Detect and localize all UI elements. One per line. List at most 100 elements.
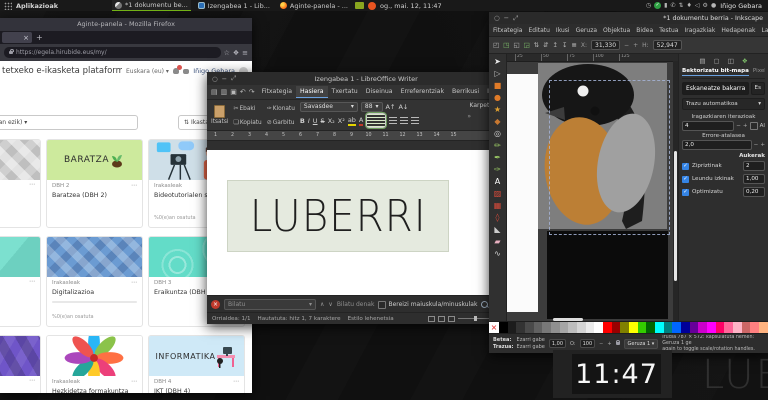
tab-pixel-art[interactable]: Pixelatua xyxy=(753,68,765,76)
strikethrough-button[interactable]: S xyxy=(321,117,325,125)
applications-grid-icon[interactable] xyxy=(4,2,12,10)
single-scan-button[interactable]: Eskaneatze bakarra xyxy=(682,82,749,95)
document-text[interactable]: LUBERRI xyxy=(250,191,427,242)
ellipse-tool[interactable]: ● xyxy=(494,92,501,103)
visibility-filter-dropdown[interactable]: k kendutakoak izan ezik) ▾ xyxy=(0,115,138,130)
increment-icon[interactable]: + xyxy=(633,42,638,49)
close-find-icon[interactable]: × xyxy=(211,300,220,309)
vertical-scrollbar[interactable] xyxy=(673,61,678,322)
save-icon[interactable]: ▣ xyxy=(230,88,237,96)
redo-icon[interactable]: ↷ xyxy=(249,88,255,96)
menu-testua[interactable]: Testua xyxy=(659,27,678,34)
multi-page-view-icon[interactable] xyxy=(438,316,445,322)
invert-checkbox[interactable] xyxy=(750,122,758,130)
underline-button[interactable]: U xyxy=(313,117,318,125)
mesh-tool[interactable]: ▦ xyxy=(494,200,502,211)
decrement-icon[interactable]: − xyxy=(624,42,629,49)
option-speckles[interactable]: ✓ Zipriztinak 2 xyxy=(682,161,765,171)
course-card[interactable]: ⋯ xyxy=(0,335,41,393)
option-value-input[interactable]: 1,00 xyxy=(743,174,765,184)
checkbox-checked-icon[interactable]: ✓ xyxy=(682,176,689,183)
ubuntu-icon[interactable] xyxy=(368,2,376,10)
taskbar-item-firefox[interactable]: Aginte-panela - ... xyxy=(277,0,351,11)
minimize-icon[interactable]: − xyxy=(504,14,509,22)
align-justify-button[interactable] xyxy=(411,117,419,124)
card-menu-icon[interactable]: ⋯ xyxy=(29,280,35,284)
notification-bell-icon[interactable] xyxy=(173,68,179,74)
grow-font-button[interactable]: A↑ xyxy=(386,103,396,111)
find-next-icon[interactable]: ∨ xyxy=(328,301,332,308)
pen-tool[interactable]: ✒ xyxy=(494,152,501,163)
layer-selector[interactable]: Geruza 1 ▾ xyxy=(624,339,659,349)
increment-icon[interactable]: + xyxy=(760,142,765,148)
tool-control-icon[interactable]: ⇅ xyxy=(534,41,539,49)
layer-lock-icon[interactable] xyxy=(616,342,620,345)
dock-icon[interactable]: ◫ xyxy=(728,57,734,65)
course-card[interactable]: BARATZA DBH 2⋯ Baratzea (DBH 2) xyxy=(46,139,143,228)
selected-text-block[interactable]: LUBERRI xyxy=(227,180,449,252)
open-icon[interactable]: ▥ xyxy=(221,88,228,96)
menu-geruza[interactable]: Geruza xyxy=(576,27,597,34)
pencil-tool[interactable]: ✏ xyxy=(494,140,501,151)
option-optimize[interactable]: ✓ Optimizatu 0,20 xyxy=(682,187,765,197)
cut-button[interactable]: ✂Ebaki xyxy=(233,105,261,112)
language-selector[interactable]: Euskara (eu) ▾ xyxy=(126,68,169,75)
clone-formatting-button[interactable]: ✑Klonatu xyxy=(267,105,295,112)
tray-icon[interactable]: ✓ xyxy=(654,2,661,9)
subscript-button[interactable]: X₂ xyxy=(328,117,335,125)
shrink-font-button[interactable]: A↓ xyxy=(398,103,408,111)
course-image[interactable]: BARATZA xyxy=(47,140,142,180)
fill-value[interactable]: Ezarri gabe xyxy=(517,337,545,343)
increment-icon[interactable]: + xyxy=(607,341,611,347)
multi-scan-button[interactable]: Es xyxy=(751,82,765,95)
font-size-select[interactable]: 88▾ xyxy=(361,102,383,112)
menu-laguntza[interactable]: Laguntza xyxy=(761,27,768,34)
selector-tool[interactable]: ➤ xyxy=(494,56,501,67)
decrement-icon[interactable]: − xyxy=(599,341,603,347)
align-center-button[interactable] xyxy=(389,117,397,124)
toolbar-overflow-icon[interactable]: » xyxy=(467,113,471,120)
selection-rectangle[interactable] xyxy=(549,80,670,235)
align-right-button[interactable] xyxy=(400,117,408,124)
spiral-tool[interactable]: ◎ xyxy=(494,128,501,139)
selection-indicator[interactable]: Hautatuta: hitz 1, 7 karaktere xyxy=(258,316,341,322)
writer-tab-erreferentziak[interactable]: Erreferentziak xyxy=(397,86,448,98)
italic-button[interactable]: I xyxy=(308,117,310,125)
calligraphy-tool[interactable]: ✑ xyxy=(494,164,501,175)
course-name[interactable]: IKT (DBH 4) xyxy=(154,388,239,393)
course-name[interactable]: Baratzea (DBH 2) xyxy=(52,192,137,199)
dropper-tool[interactable]: ◊ xyxy=(496,212,500,223)
style-indicator[interactable]: Estilo lehenetsia xyxy=(348,316,394,322)
panel-clock[interactable]: og., mai. 12, 11:47 xyxy=(380,2,442,10)
match-case-checkbox[interactable]: Bereizi maiuskula/minuskulak xyxy=(378,301,477,309)
trace-mode-dropdown[interactable]: Trazu automatikoa▾ xyxy=(682,98,765,110)
menu-ikusi[interactable]: Ikusi xyxy=(556,27,570,34)
option-value-input[interactable]: 0,20 xyxy=(743,187,765,197)
menu-editatu[interactable]: Editatu xyxy=(528,27,549,34)
tool-control-icon[interactable]: ≣ xyxy=(571,41,576,49)
writer-titlebar[interactable]: ○ − ⤢ Izengabea 1 - LibreOffice Writer xyxy=(207,72,497,85)
opacity-input[interactable]: 100 xyxy=(580,339,596,348)
stroke-value[interactable]: Ezarri gabe xyxy=(517,344,545,350)
applications-menu[interactable]: Aplikazioak xyxy=(16,2,58,10)
clear-formatting-button[interactable]: ⊘Garbitu xyxy=(267,119,295,126)
font-name-select[interactable]: Savasdee▾ xyxy=(300,102,358,112)
single-page-view-icon[interactable] xyxy=(428,316,435,322)
align-left-button[interactable] xyxy=(366,113,386,128)
menu-objektua[interactable]: Objektua xyxy=(603,27,630,34)
box3d-tool[interactable]: ◆ xyxy=(494,116,500,127)
writer-tab-diseinua[interactable]: Diseinua xyxy=(362,86,397,98)
card-menu-icon[interactable]: ⋯ xyxy=(131,281,137,285)
tool-control-icon[interactable]: ↥ xyxy=(553,41,558,49)
highlight-color-button[interactable]: ab xyxy=(348,116,356,126)
traced-preview[interactable] xyxy=(547,231,668,319)
checkbox-icon[interactable] xyxy=(378,301,386,309)
course-name[interactable]: kadura xyxy=(0,190,35,197)
connector-tool[interactable]: ∿ xyxy=(494,248,501,259)
restore-icon[interactable]: ⤢ xyxy=(231,74,236,83)
node-tool[interactable]: ▷ xyxy=(494,68,500,79)
find-input[interactable]: Bilatu▾ xyxy=(224,299,316,310)
tool-control-icon[interactable]: ◰ xyxy=(493,41,499,49)
menu-fitxategia[interactable]: Fitxategia xyxy=(493,27,522,34)
new-document-icon[interactable]: ▤ xyxy=(211,88,218,96)
